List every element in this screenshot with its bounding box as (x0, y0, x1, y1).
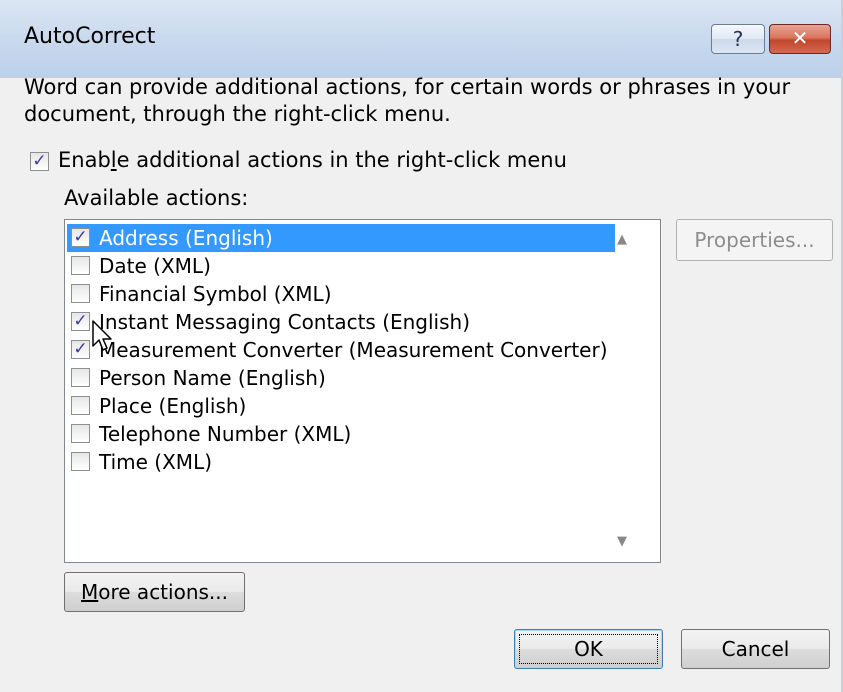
action-label: Date (XML) (99, 254, 211, 278)
action-checkbox[interactable] (71, 368, 90, 387)
enable-actions-label[interactable]: Enable additional actions in the right-c… (58, 148, 567, 172)
mouse-pointer-icon (92, 320, 112, 351)
more-actions-button[interactable]: More actions... (64, 572, 245, 612)
scroll-down-arrow-icon[interactable]: ▼ (617, 534, 627, 549)
action-checkbox[interactable]: ✓ (71, 228, 90, 247)
action-list-item[interactable]: ✓ Instant Messaging Contacts (English) (67, 308, 615, 336)
action-checkbox[interactable]: ✓ (71, 340, 90, 359)
ok-button[interactable]: OK (514, 629, 663, 669)
action-label: Instant Messaging Contacts (English) (99, 310, 471, 334)
action-label: Financial Symbol (XML) (99, 282, 332, 306)
properties-button[interactable]: Properties... (676, 219, 833, 261)
action-checkbox[interactable] (71, 424, 90, 443)
checkmark-icon: ✓ (32, 151, 47, 171)
action-checkbox[interactable] (71, 284, 90, 303)
action-list-item[interactable]: Telephone Number (XML) (67, 420, 615, 448)
action-label: Time (XML) (99, 450, 213, 474)
window-title: AutoCorrect (24, 24, 156, 49)
action-list-item[interactable]: ✓ Measurement Converter (Measurement Conv… (67, 336, 615, 364)
checkmark-icon: ✓ (73, 339, 88, 359)
action-checkbox[interactable]: ✓ (71, 312, 90, 331)
action-checkbox[interactable] (71, 396, 90, 415)
available-actions-list[interactable]: ✓ Address (English) Date (XML) Financial Sy… (64, 219, 661, 563)
cancel-button[interactable]: Cancel (681, 629, 830, 669)
action-list-item[interactable]: Place (English) (67, 392, 615, 420)
action-checkbox[interactable] (71, 256, 90, 275)
autocorrect-dialog: AutoCorrect ? ✕ Word can provide additio… (0, 0, 843, 692)
checkmark-icon: ✓ (73, 227, 88, 247)
action-label: Place (English) (99, 394, 247, 418)
description-text: Word can provide additional actions, for… (24, 75, 791, 126)
close-button[interactable]: ✕ (769, 24, 831, 54)
action-list-item[interactable]: Financial Symbol (XML) (67, 280, 615, 308)
available-actions-label: Available actions: (64, 186, 249, 210)
action-label: Person Name (English) (99, 366, 326, 390)
enable-actions-checkbox[interactable]: ✓ (30, 152, 49, 171)
close-icon: ✕ (791, 26, 809, 50)
action-list-item[interactable]: ✓ Address (English) (67, 224, 615, 252)
focus-rectangle (519, 634, 658, 664)
action-label: Telephone Number (XML) (99, 422, 352, 446)
title-bar[interactable]: AutoCorrect ? ✕ (0, 0, 841, 78)
help-icon: ? (732, 27, 744, 51)
scroll-up-arrow-icon[interactable]: ▲ (617, 232, 627, 247)
action-list-item[interactable]: Date (XML) (67, 252, 615, 280)
action-label: Address (English) (99, 226, 273, 250)
action-list-item[interactable]: Time (XML) (67, 448, 615, 476)
action-label: Measurement Converter (Measurement Conve… (99, 338, 608, 362)
action-checkbox[interactable] (71, 452, 90, 471)
action-list-item[interactable]: Person Name (English) (67, 364, 615, 392)
checkmark-icon: ✓ (73, 311, 88, 331)
help-button[interactable]: ? (711, 24, 765, 54)
